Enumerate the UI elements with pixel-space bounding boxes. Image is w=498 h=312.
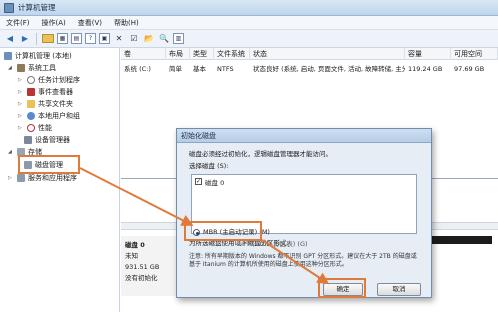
- tree-label-shared-folders: 共享文件夹: [38, 100, 73, 108]
- open-icon[interactable]: 📂: [143, 33, 155, 45]
- tree-label-services: 服务和应用程序: [28, 174, 77, 182]
- cell-file-system: NTFS: [217, 65, 234, 73]
- event-viewer-icon: [27, 88, 35, 96]
- mbr-highlight: [184, 221, 262, 241]
- column-header[interactable]: 类型: [190, 48, 214, 60]
- computer-management-icon: [4, 2, 14, 13]
- tree-label-local-users: 本地用户和组: [38, 112, 80, 120]
- ok-highlight: [318, 278, 366, 298]
- collapse-icon: ◢: [8, 65, 12, 71]
- volume-list-header: 卷 布局 类型 文件系统 状态 容量 可用空间: [121, 48, 498, 60]
- show-hide-tree-icon[interactable]: ▦: [57, 33, 68, 44]
- tree-item-services[interactable]: ▷ 服务和应用程序: [8, 173, 77, 183]
- users-icon: [27, 112, 35, 120]
- tree-label-event-viewer: 事件查看器: [38, 88, 73, 96]
- expand-icon: ▷: [18, 89, 22, 95]
- toolbar: ◀ ▶ ▦ ▤ ? ▣ ✕ ☑ 📂 🔍 ▥: [0, 30, 498, 48]
- cancel-button[interactable]: 取消: [377, 283, 421, 296]
- tree-item-event-viewer[interactable]: ▷ 事件查看器: [18, 87, 73, 97]
- expand-icon: ▷: [18, 125, 22, 131]
- expand-icon: ▷: [8, 175, 12, 181]
- tree-label-device-manager: 设备管理器: [35, 136, 70, 144]
- menu-view[interactable]: 查看(V): [78, 18, 102, 28]
- tree-item-performance[interactable]: ▷ 性能: [18, 123, 52, 133]
- shared-folder-icon: [27, 100, 35, 108]
- dialog-intro: 磁盘必须经过初始化，逻辑磁盘管理器才能访问。: [189, 150, 332, 158]
- view-icon[interactable]: ▥: [173, 33, 184, 44]
- title-bar: 计算机管理: [0, 0, 498, 16]
- forward-icon[interactable]: ▶: [19, 33, 31, 45]
- column-header[interactable]: 容量: [405, 48, 451, 60]
- tools-icon: [17, 64, 25, 72]
- dialog-note: 注意: 所有早期版本的 Windows 都不识别 GPT 分区形式。建议在大于 …: [189, 253, 417, 268]
- menu-bar: 文件(F) 操作(A) 查看(V) 帮助(H): [0, 16, 498, 30]
- refresh-icon[interactable]: ▣: [99, 33, 110, 44]
- column-header[interactable]: 布局: [166, 48, 190, 60]
- disk-name: 磁盘 0: [125, 241, 145, 249]
- computer-icon: [4, 52, 12, 60]
- toolbar-separator: [36, 32, 37, 45]
- collapse-icon: ◢: [8, 149, 12, 155]
- dialog-title: 初始化磁盘: [177, 129, 431, 143]
- cell-capacity: 119.24 GB: [408, 65, 443, 73]
- column-header[interactable]: 卷: [121, 48, 166, 60]
- cell-free-space: 97.69 GB: [454, 65, 485, 73]
- tree-item-local-users[interactable]: ▷ 本地用户和组: [18, 111, 80, 121]
- window-title: 计算机管理: [18, 3, 56, 12]
- expand-icon: ▷: [18, 113, 22, 119]
- disk-size: 931.51 GB: [125, 263, 160, 271]
- tree-item-shared-folders[interactable]: ▷ 共享文件夹: [18, 99, 73, 109]
- column-header[interactable]: 状态: [250, 48, 405, 60]
- tree-item-device-manager[interactable]: 设备管理器: [24, 135, 70, 145]
- disk-0-checkbox[interactable]: ✓: [195, 178, 202, 185]
- performance-icon: [27, 124, 35, 132]
- column-header[interactable]: 可用空间: [451, 48, 498, 60]
- cell-type: 基本: [193, 65, 206, 73]
- cell-layout: 简单: [169, 65, 182, 73]
- select-disk-label: 选择磁盘 (S):: [189, 162, 229, 170]
- expand-icon: ▷: [18, 77, 22, 83]
- tree-label-system-tools: 系统工具: [28, 64, 56, 72]
- properties-icon[interactable]: ▤: [71, 33, 82, 44]
- navigation-tree: 计算机管理 (本地) ◢ 系统工具 ▷ 任务计划程序 ▷ 事件查看器 ▷ 共享文…: [0, 48, 120, 312]
- delete-icon[interactable]: ✕: [113, 33, 125, 45]
- search-icon[interactable]: 🔍: [158, 33, 170, 45]
- column-header[interactable]: 文件系统: [214, 48, 250, 60]
- expand-icon: ▷: [18, 101, 22, 107]
- folder-up-icon[interactable]: [42, 34, 54, 43]
- menu-action[interactable]: 操作(A): [42, 18, 66, 28]
- cell-volume[interactable]: 系统 (C:): [121, 64, 166, 74]
- disk-status: 没有初始化: [125, 274, 158, 282]
- back-icon[interactable]: ◀: [4, 33, 16, 45]
- menu-help[interactable]: 帮助(H): [114, 18, 139, 28]
- clock-icon: [27, 76, 35, 84]
- cell-status: 状态良好 (系统, 启动, 页面文件, 活动, 故障转储, 主分区): [253, 65, 405, 73]
- tree-item-task-scheduler[interactable]: ▷ 任务计划程序: [18, 75, 80, 85]
- menu-file[interactable]: 文件(F): [6, 18, 30, 28]
- disk-0-info[interactable]: 磁盘 0 未知 931.51 GB 没有初始化: [121, 236, 177, 296]
- device-manager-icon: [24, 136, 32, 144]
- tree-item-root[interactable]: 计算机管理 (本地): [4, 51, 72, 61]
- disk-type: 未知: [125, 252, 138, 260]
- services-icon: [17, 174, 25, 182]
- initialize-disk-dialog: 初始化磁盘 磁盘必须经过初始化，逻辑磁盘管理器才能访问。 选择磁盘 (S): ✓…: [176, 128, 432, 298]
- tree-label-task-scheduler: 任务计划程序: [38, 76, 80, 84]
- disk-management-highlight: [18, 155, 80, 174]
- help-icon[interactable]: ?: [85, 33, 96, 44]
- gpt-label[interactable]: GPT (GUID 分区表) (G): [237, 240, 308, 249]
- check-icon[interactable]: ☑: [128, 33, 140, 45]
- tree-label-performance: 性能: [38, 124, 52, 132]
- disk-0-list-item[interactable]: 磁盘 0: [205, 177, 224, 187]
- tree-item-system-tools[interactable]: ◢ 系统工具: [8, 63, 56, 73]
- tree-label-root: 计算机管理 (本地): [15, 52, 72, 60]
